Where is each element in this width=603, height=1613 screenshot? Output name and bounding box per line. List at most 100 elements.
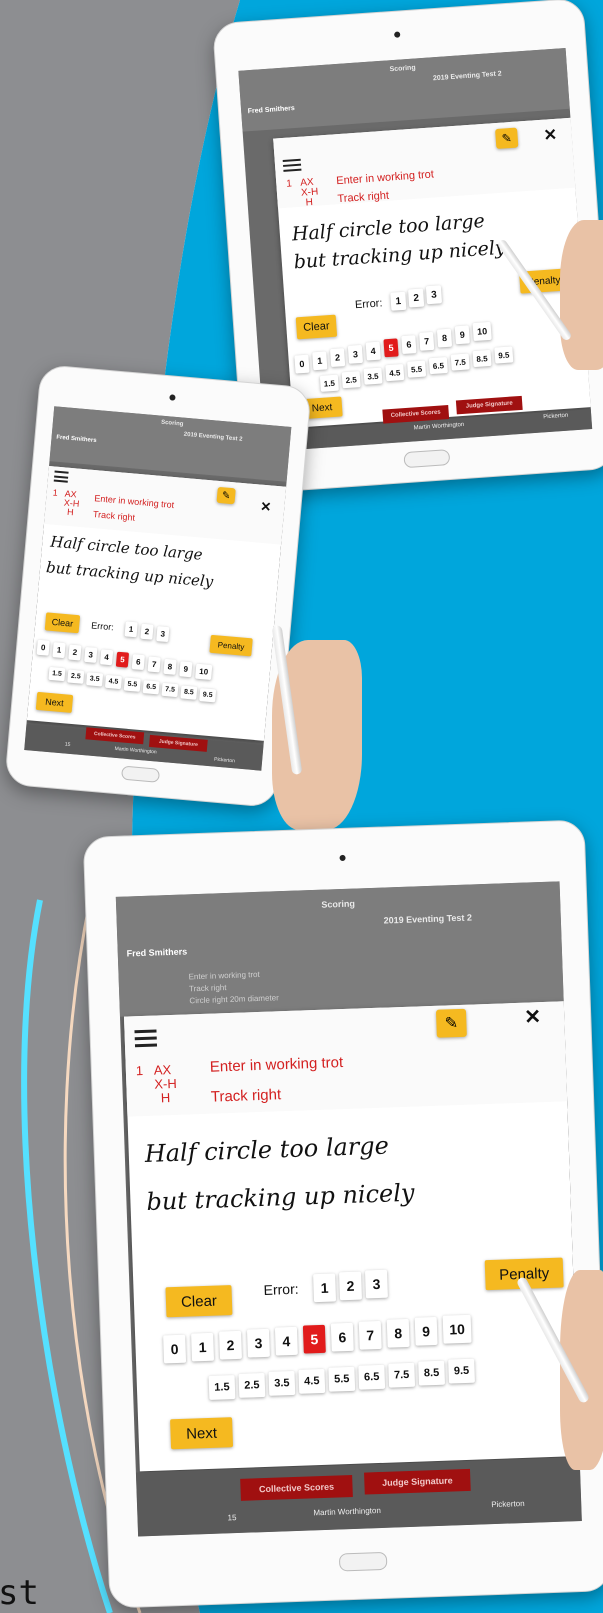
score-5[interactable]: 5 (302, 1324, 326, 1354)
half-6.5[interactable]: 6.5 (358, 1364, 386, 1390)
score-10[interactable]: 10 (472, 321, 492, 342)
score-10[interactable]: 10 (195, 663, 213, 680)
half-6.5[interactable]: 6.5 (142, 680, 160, 695)
bg-row-2: Track right (188, 983, 227, 994)
error-3[interactable]: 3 (156, 626, 170, 643)
markers-2: X-H (154, 1075, 177, 1092)
score-2[interactable]: 2 (68, 644, 82, 661)
close-icon[interactable]: ✕ (543, 125, 558, 146)
half-1.5[interactable]: 1.5 (48, 666, 66, 682)
header-title: Scoring (160, 419, 184, 428)
half-6.5[interactable]: 6.5 (428, 356, 448, 375)
judge-signature-button[interactable]: Judge Signature (148, 734, 208, 752)
score-8[interactable]: 8 (436, 328, 453, 348)
hamburger-menu-icon[interactable] (282, 158, 302, 176)
score-6[interactable]: 6 (401, 335, 417, 355)
half-2.5[interactable]: 2.5 (238, 1372, 266, 1398)
half-2.5[interactable]: 2.5 (67, 669, 85, 684)
cropped-text: st (0, 1573, 39, 1613)
score-1[interactable]: 1 (52, 642, 66, 659)
footer-venue: Pickerton (491, 1498, 525, 1510)
hamburger-menu-icon[interactable] (134, 1029, 158, 1052)
score-6[interactable]: 6 (330, 1322, 354, 1352)
half-9.5[interactable]: 9.5 (448, 1358, 475, 1384)
error-3[interactable]: 3 (364, 1269, 388, 1299)
error-label: Error: (90, 620, 115, 633)
half-9.5[interactable]: 9.5 (494, 346, 514, 364)
half-3.5[interactable]: 3.5 (268, 1370, 296, 1396)
eraser-icon[interactable]: ✎ (495, 127, 519, 150)
score-0[interactable]: 0 (294, 354, 310, 374)
score-10[interactable]: 10 (442, 1314, 472, 1344)
movement-panel (123, 1001, 568, 1117)
error-2[interactable]: 2 (339, 1271, 362, 1301)
eraser-icon[interactable]: ✎ (435, 1008, 467, 1038)
collective-scores-button[interactable]: Collective Scores (240, 1474, 353, 1501)
half-4.5[interactable]: 4.5 (104, 674, 123, 690)
half-4.5[interactable]: 4.5 (298, 1368, 326, 1394)
score-8[interactable]: 8 (386, 1318, 410, 1348)
score-3[interactable]: 3 (246, 1328, 270, 1358)
score-5[interactable]: 5 (115, 651, 130, 668)
close-icon[interactable]: ✕ (524, 1004, 542, 1030)
score-2[interactable]: 2 (219, 1330, 242, 1360)
score-9[interactable]: 9 (414, 1316, 438, 1346)
clear-button[interactable]: Clear (295, 314, 338, 340)
markers-3: H (160, 1090, 171, 1106)
score-2[interactable]: 2 (329, 348, 346, 368)
score-8[interactable]: 8 (163, 658, 177, 675)
half-9.5[interactable]: 9.5 (199, 688, 217, 703)
half-5.5[interactable]: 5.5 (328, 1366, 356, 1392)
half-7.5[interactable]: 7.5 (161, 682, 179, 698)
next-button[interactable]: Next (35, 691, 74, 713)
collective-scores-button[interactable]: Collective Scores (85, 727, 145, 745)
judge-signature-button[interactable]: Judge Signature (364, 1468, 471, 1495)
score-7[interactable]: 7 (147, 656, 161, 673)
next-button[interactable]: Next (170, 1417, 234, 1450)
half-1.5[interactable]: 1.5 (319, 374, 339, 392)
score-6[interactable]: 6 (131, 654, 145, 671)
clear-button[interactable]: Clear (165, 1285, 233, 1318)
error-1[interactable]: 1 (390, 291, 407, 311)
score-5[interactable]: 5 (383, 338, 399, 358)
movement-panel (273, 117, 578, 209)
movement-number: 1 (285, 178, 293, 190)
half-2.5[interactable]: 2.5 (341, 371, 361, 389)
error-3[interactable]: 3 (425, 285, 443, 305)
half-7.5[interactable]: 7.5 (388, 1362, 416, 1388)
eraser-icon[interactable]: ✎ (216, 486, 236, 505)
score-1[interactable]: 1 (312, 351, 328, 371)
half-5.5[interactable]: 5.5 (407, 360, 427, 378)
score-3[interactable]: 3 (84, 646, 98, 663)
half-8.5[interactable]: 8.5 (418, 1360, 446, 1386)
test-name: 2019 Eventing Test 2 (183, 431, 243, 443)
error-1[interactable]: 1 (124, 621, 138, 638)
close-icon[interactable]: ✕ (260, 499, 272, 516)
score-7[interactable]: 7 (419, 331, 435, 351)
score-0[interactable]: 0 (163, 1334, 187, 1364)
penalty-button[interactable]: Penalty (209, 634, 253, 657)
clear-button[interactable]: Clear (44, 612, 81, 634)
half-3.5[interactable]: 3.5 (86, 672, 104, 687)
half-5.5[interactable]: 5.5 (123, 677, 141, 692)
half-1.5[interactable]: 1.5 (208, 1375, 236, 1400)
half-3.5[interactable]: 3.5 (363, 367, 383, 385)
score-9[interactable]: 9 (179, 661, 193, 678)
error-label: Error: (354, 297, 383, 312)
score-4[interactable]: 4 (365, 341, 381, 361)
score-9[interactable]: 9 (454, 325, 470, 345)
half-8.5[interactable]: 8.5 (472, 349, 492, 368)
score-0[interactable]: 0 (36, 639, 50, 656)
score-4[interactable]: 4 (274, 1326, 298, 1356)
error-2[interactable]: 2 (140, 623, 154, 640)
error-2[interactable]: 2 (408, 288, 425, 308)
half-7.5[interactable]: 7.5 (450, 353, 470, 371)
score-3[interactable]: 3 (347, 344, 364, 364)
hamburger-menu-icon[interactable] (53, 470, 69, 486)
error-1[interactable]: 1 (313, 1273, 337, 1303)
half-8.5[interactable]: 8.5 (180, 685, 198, 700)
half-4.5[interactable]: 4.5 (385, 364, 405, 382)
score-1[interactable]: 1 (191, 1332, 215, 1362)
score-7[interactable]: 7 (358, 1320, 382, 1350)
score-4[interactable]: 4 (99, 649, 114, 666)
